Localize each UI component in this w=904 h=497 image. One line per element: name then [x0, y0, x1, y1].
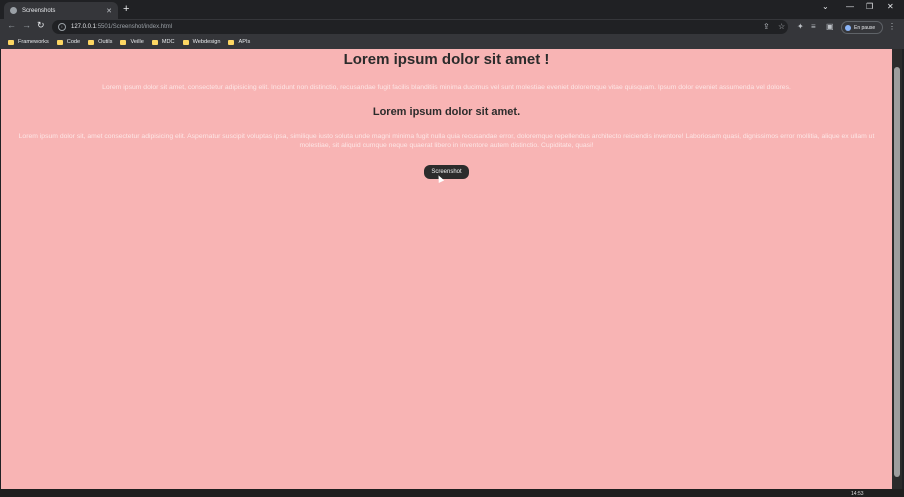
bookmark-mdc[interactable]: MDC	[151, 39, 175, 45]
side-panel-icon[interactable]: ▣	[826, 22, 834, 31]
new-tab-button[interactable]: +	[123, 3, 129, 15]
forward-icon[interactable]: →	[22, 20, 31, 30]
restore-icon[interactable]: ❐	[866, 2, 873, 11]
bookmark-label: Veille	[130, 39, 144, 45]
bookmark-webdesign[interactable]: Webdesign	[182, 39, 221, 45]
browser-titlebar: Screenshots ✕ + ⌄ — ❐ ✕	[0, 0, 904, 19]
browser-tab[interactable]: Screenshots ✕	[4, 2, 118, 19]
intro-paragraph: Lorem ipsum dolor sit amet, consectetur …	[102, 84, 791, 91]
site-info-icon[interactable]: i	[58, 23, 66, 31]
body-paragraph: Lorem ipsum dolor sit, amet consectetur …	[18, 133, 875, 149]
profile-button[interactable]: En pause	[841, 21, 883, 34]
avatar	[845, 24, 851, 31]
tab-search-icon[interactable]: ⌄	[822, 2, 829, 11]
bookmark-outils[interactable]: Outils	[88, 39, 112, 45]
reading-list-icon[interactable]: ≡	[811, 22, 816, 31]
screenshot-button[interactable]: Screenshot	[424, 165, 469, 179]
url-path: :5501/Screenshot/index.html	[96, 24, 173, 30]
bookmark-label: Code	[66, 39, 81, 45]
scrollbar-thumb[interactable]	[894, 67, 900, 477]
folder-icon	[8, 39, 14, 45]
address-bar[interactable]: i 127.0.0.1 :5501/Screenshot/index.html	[52, 20, 788, 34]
globe-icon	[10, 7, 17, 14]
tab-title: Screenshots	[22, 7, 56, 14]
taskbar	[0, 489, 904, 497]
folder-icon	[228, 39, 235, 45]
folder-icon	[182, 39, 189, 45]
menu-icon[interactable]: ⋮	[888, 22, 896, 31]
close-window-icon[interactable]: ✕	[887, 2, 894, 11]
bookmark-label: Frameworks	[18, 39, 49, 45]
browser-toolbar: ← → ↻ i 127.0.0.1 :5501/Screenshot/index…	[0, 19, 904, 35]
reload-icon[interactable]: ↻	[37, 20, 45, 31]
share-icon[interactable]: ⇪	[763, 22, 770, 31]
folder-icon	[88, 39, 95, 45]
bookmark-label: Webdesign	[192, 39, 221, 45]
close-tab-icon[interactable]: ✕	[106, 7, 112, 15]
section-heading: Lorem ipsum dolor sit amet.	[372, 106, 521, 118]
bookmark-apis[interactable]: APIs	[228, 39, 250, 45]
bookmark-veille[interactable]: Veille	[120, 39, 144, 45]
folder-icon	[120, 39, 127, 45]
minimize-icon[interactable]: —	[846, 2, 854, 11]
page-viewport: Lorem ipsum dolor sit amet ! Lorem ipsum…	[1, 49, 892, 489]
taskbar-clock: 14:53	[851, 491, 864, 497]
back-icon[interactable]: ←	[7, 20, 16, 30]
bookmark-frameworks[interactable]: Frameworks	[8, 39, 49, 45]
folder-icon	[151, 39, 158, 45]
url-host: 127.0.0.1	[71, 24, 97, 30]
bookmark-star-icon[interactable]: ☆	[778, 22, 785, 31]
bookmark-code[interactable]: Code	[56, 39, 81, 45]
bookmark-label: Outils	[98, 39, 113, 45]
page-title: Lorem ipsum dolor sit amet !	[343, 51, 550, 68]
folder-icon	[56, 39, 63, 45]
extensions-icon[interactable]: ✦	[797, 22, 804, 31]
bookmark-label: MDC	[161, 39, 175, 45]
profile-status: En pause	[854, 24, 876, 31]
bookmarks-bar: Frameworks Code Outils Veille MDC Webdes…	[0, 35, 904, 49]
scrollbar[interactable]	[892, 49, 902, 489]
bookmark-label: APIs	[238, 39, 251, 45]
